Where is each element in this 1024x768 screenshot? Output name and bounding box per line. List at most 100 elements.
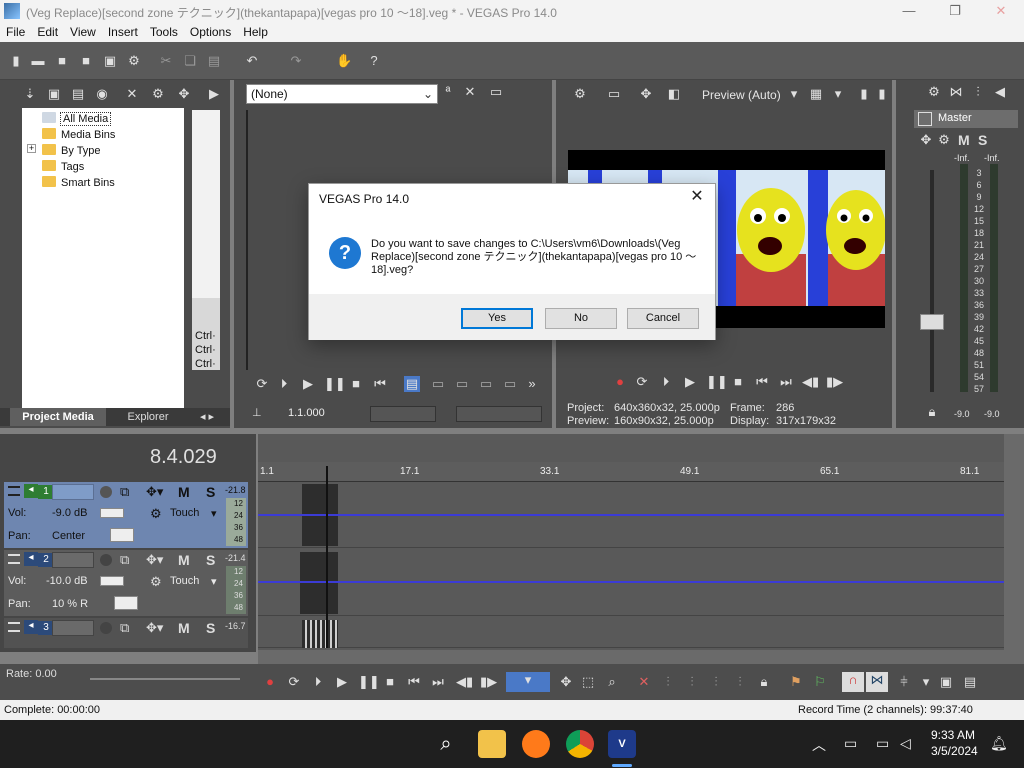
- audio-event[interactable]: [300, 552, 338, 614]
- close-window-button[interactable]: ✕: [978, 0, 1024, 22]
- save-as-icon[interactable]: ■: [78, 53, 94, 69]
- play-from-start-icon[interactable]: ⏵: [276, 376, 292, 392]
- track-name-field[interactable]: [52, 552, 94, 568]
- file-explorer-icon[interactable]: [478, 730, 506, 758]
- tab-scroll-arrows[interactable]: ◂ ▸: [192, 408, 222, 426]
- go-to-start-icon[interactable]: ⏮: [372, 376, 388, 392]
- tab-project-media[interactable]: Project Media: [10, 408, 106, 426]
- whats-this-help-icon[interactable]: ?: [366, 53, 382, 69]
- previous-frame-icon[interactable]: ◀▮: [802, 374, 819, 390]
- arm-record-icon[interactable]: [100, 486, 112, 498]
- automation-mode[interactable]: Touch: [170, 575, 199, 587]
- external-monitor-icon[interactable]: ▭: [606, 86, 622, 102]
- chevron-down-icon[interactable]: ▾: [830, 86, 846, 102]
- move-icon[interactable]: ✥: [176, 86, 192, 102]
- record-icon[interactable]: ●: [612, 374, 628, 390]
- vegas-taskbar-icon[interactable]: V: [608, 730, 636, 758]
- snapping-magnet-icon[interactable]: ∩: [842, 672, 864, 692]
- track-header-3[interactable]: ◂ 3 ⧉ ✥▾ M S -16.7: [4, 618, 248, 648]
- clear-icon[interactable]: ✕: [462, 84, 478, 100]
- effects-gear-icon[interactable]: ⚙: [150, 86, 166, 102]
- go-to-start-icon[interactable]: ⏮: [406, 674, 422, 690]
- overlay-icon[interactable]: ◧: [666, 86, 682, 102]
- arm-record-icon[interactable]: [100, 622, 112, 634]
- volume-envelope[interactable]: [258, 581, 1004, 583]
- vertical-scrollbar[interactable]: [1004, 434, 1024, 652]
- next-frame-icon[interactable]: ▮▶: [826, 374, 843, 390]
- tree-item-tags[interactable]: Tags: [42, 159, 84, 175]
- properties-gear-icon[interactable]: ⚙: [126, 53, 142, 69]
- mixer-gear-icon[interactable]: ⚙: [926, 84, 942, 100]
- automation-icon[interactable]: ✥▾: [146, 620, 163, 636]
- chevron-down-icon[interactable]: ▾: [211, 575, 217, 588]
- menu-tools[interactable]: Tools: [144, 22, 184, 39]
- spellcheck-icon[interactable]: ª: [440, 84, 456, 100]
- network-icon[interactable]: ▭: [844, 735, 857, 752]
- fx-gear-icon[interactable]: ⚙: [936, 132, 952, 148]
- trim-icon[interactable]: ⫶: [660, 674, 676, 690]
- trimmer-region-bar[interactable]: [370, 406, 436, 422]
- playhead-cursor[interactable]: [326, 466, 328, 648]
- loop-icon[interactable]: ⟳: [254, 376, 270, 392]
- web-icon[interactable]: ◉: [94, 86, 110, 102]
- dim-icon[interactable]: ⫶: [970, 84, 986, 100]
- master-solo-button[interactable]: S: [978, 132, 987, 148]
- ripple-edit-icon[interactable]: ⫩: [896, 674, 912, 690]
- get-media-icon[interactable]: ▤: [70, 86, 86, 102]
- pause-icon[interactable]: ❚❚: [324, 376, 346, 392]
- minimize-button[interactable]: —: [886, 0, 932, 22]
- render-icon[interactable]: ▣: [102, 53, 118, 69]
- track-fx-icon[interactable]: ⧉: [120, 552, 129, 568]
- collapse-icon[interactable]: [8, 622, 20, 632]
- clock-date[interactable]: 3/5/2024: [931, 744, 978, 758]
- insert-icon[interactable]: ▭: [430, 376, 446, 392]
- track-solo-button[interactable]: S: [206, 620, 215, 636]
- audio-event-waveform[interactable]: [302, 620, 338, 648]
- import-media-icon[interactable]: ⇣: [22, 86, 38, 102]
- pan-slider[interactable]: [110, 528, 134, 542]
- remove-icon[interactable]: ✕: [124, 86, 140, 102]
- replace-icon[interactable]: ▭: [454, 376, 470, 392]
- tree-item-all-media[interactable]: All Media: [42, 111, 112, 127]
- open-folder-icon[interactable]: ▬: [30, 53, 46, 69]
- play-icon[interactable]: ▶: [206, 86, 222, 102]
- track-mute-button[interactable]: M: [178, 484, 190, 500]
- maximize-button[interactable]: ❐: [932, 0, 978, 22]
- trim-start-icon[interactable]: ⫶: [684, 674, 700, 690]
- play-icon[interactable]: ▶: [682, 374, 698, 390]
- play-from-start-icon[interactable]: ⏵: [658, 374, 674, 390]
- split-screen-icon[interactable]: ✥: [638, 86, 654, 102]
- loop-icon[interactable]: ⟳: [286, 674, 302, 690]
- lock-envelopes-icon[interactable]: ▣: [938, 674, 954, 690]
- track-header-1[interactable]: ◂ 1 ⧉ ✥▾ M S -21.8 12 24 36 48 Vol: -9.0 dB…: [4, 482, 248, 548]
- horizontal-scrollbar[interactable]: [258, 650, 1024, 664]
- trim-end-icon[interactable]: ⫶: [708, 674, 724, 690]
- yes-button[interactable]: Yes: [461, 308, 533, 329]
- automation-mode[interactable]: Touch: [170, 507, 199, 519]
- lock-icon[interactable]: 🔒︎: [756, 674, 772, 690]
- collapse-icon[interactable]: [8, 554, 20, 564]
- track-lane-2[interactable]: [258, 550, 1004, 616]
- envelope-tool-icon[interactable]: ✥: [558, 674, 574, 690]
- volume-envelope[interactable]: [258, 514, 1004, 516]
- pause-icon[interactable]: ❚❚: [358, 674, 380, 690]
- new-file-icon[interactable]: ▮: [8, 53, 24, 69]
- zoom-tool-icon[interactable]: ⌕: [604, 674, 620, 690]
- menu-help[interactable]: Help: [237, 22, 274, 39]
- fit-icon[interactable]: ▭: [478, 376, 494, 392]
- save-icon[interactable]: ■: [54, 53, 70, 69]
- selection-tool-icon[interactable]: ⬚: [580, 674, 596, 690]
- stop-icon[interactable]: ■: [730, 374, 746, 390]
- expand-toggle[interactable]: +: [27, 144, 36, 153]
- go-to-start-icon[interactable]: ⏮: [754, 374, 770, 390]
- menu-insert[interactable]: Insert: [102, 22, 144, 39]
- hand-tool-icon[interactable]: ✋: [336, 53, 352, 69]
- track-solo-button[interactable]: S: [206, 484, 215, 500]
- play-icon[interactable]: ▶: [334, 674, 350, 690]
- speaker-icon[interactable]: ◀: [992, 84, 1008, 100]
- no-button[interactable]: No: [545, 308, 617, 329]
- firefox-icon[interactable]: [522, 730, 550, 758]
- track-mute-button[interactable]: M: [178, 620, 190, 636]
- ignore-grouping-icon[interactable]: ▤: [962, 674, 978, 690]
- normal-edit-tool-icon[interactable]: ▾: [506, 672, 550, 692]
